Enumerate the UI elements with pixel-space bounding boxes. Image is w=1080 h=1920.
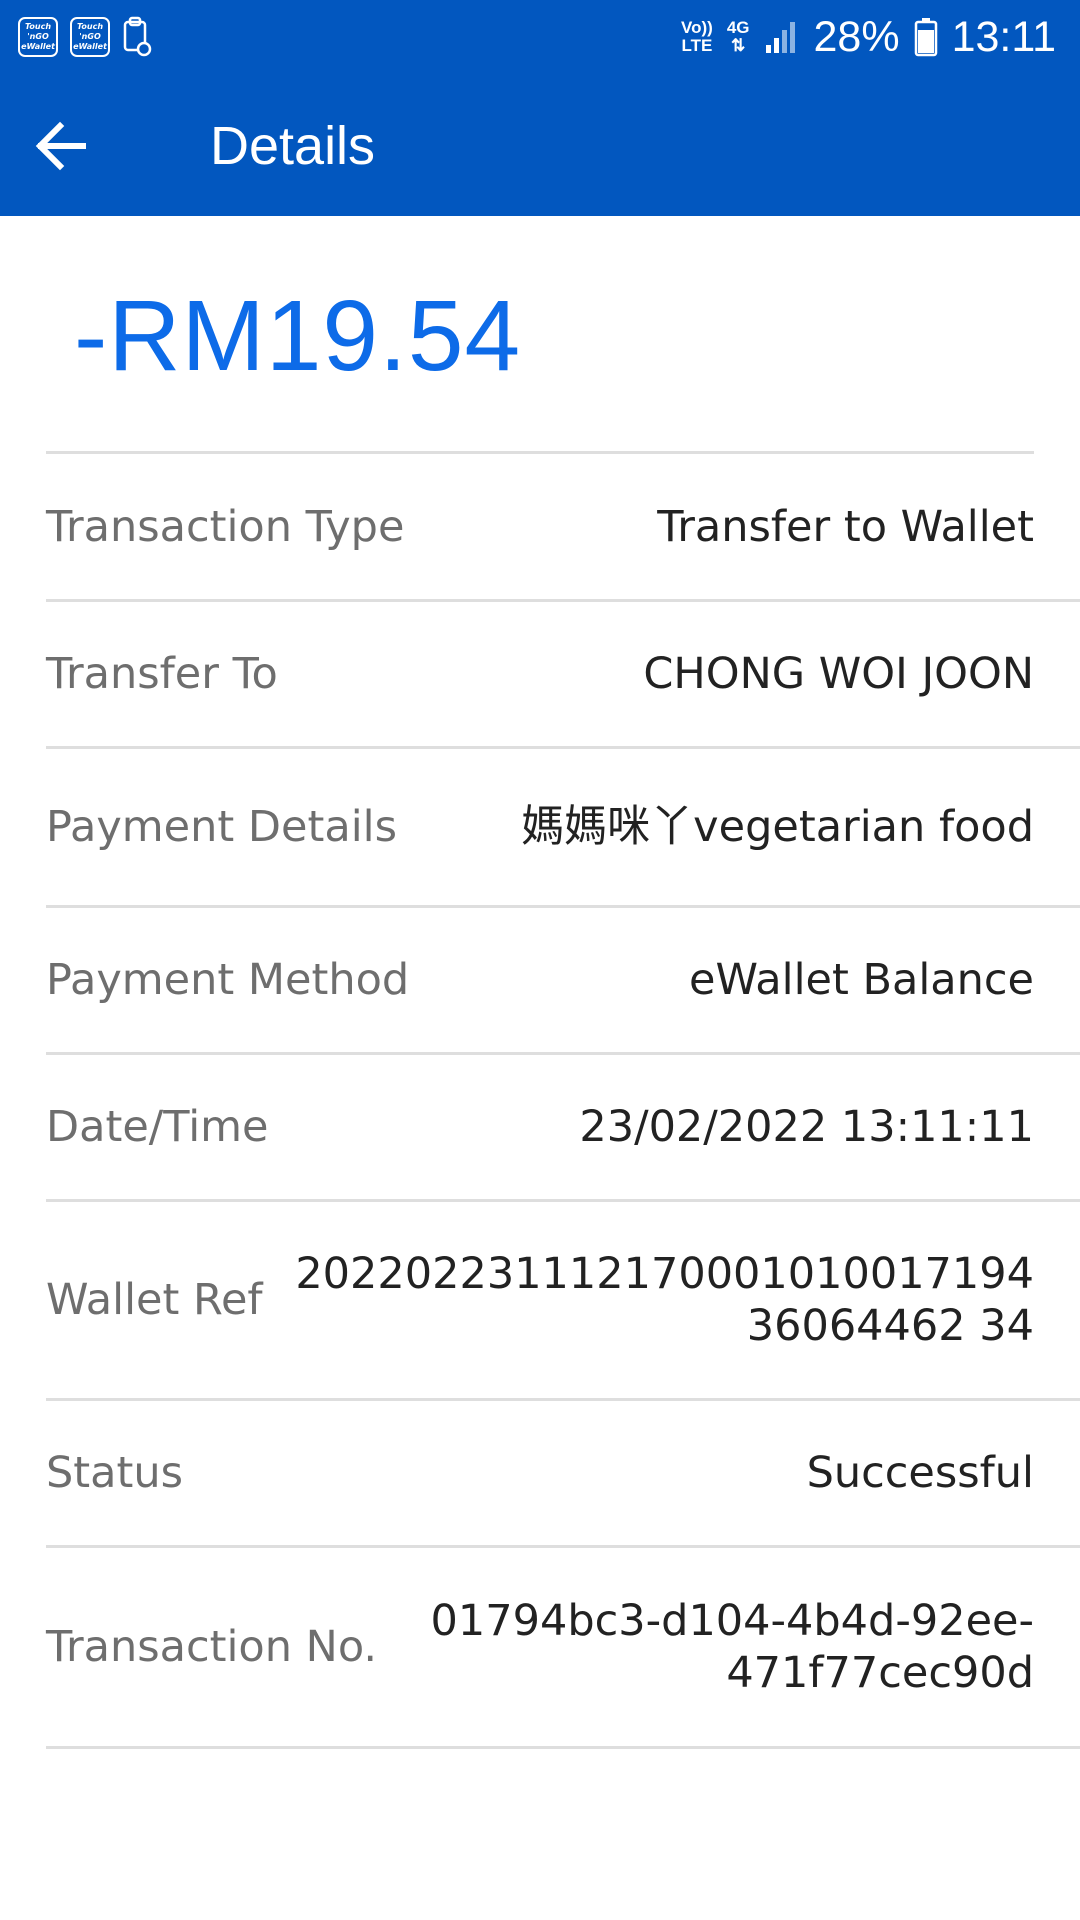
signal-icon	[765, 22, 795, 53]
detail-row-payment-details: Payment Details 媽媽咪丫vegetarian food	[46, 749, 1034, 905]
clock: 13:11	[951, 13, 1056, 61]
detail-label: Payment Method	[46, 955, 410, 1005]
detail-label: Status	[46, 1448, 184, 1498]
detail-value: 媽媽咪丫vegetarian food	[521, 802, 1034, 852]
detail-label: Transaction No.	[46, 1622, 378, 1672]
battery-icon	[914, 18, 937, 57]
detail-row-transaction-no: Transaction No. 01794bc3-d104-4b4d-92ee-…	[46, 1548, 1034, 1746]
arrow-left-icon	[35, 121, 86, 171]
back-button[interactable]	[24, 110, 96, 182]
detail-label: Wallet Ref	[46, 1275, 263, 1325]
tng-ewallet-icon: Touch'nGO eWallet	[70, 17, 110, 57]
status-bar: Touch'nGO eWallet Touch'nGO eWallet Vo)) L…	[0, 0, 1080, 76]
detail-row-wallet-ref: Wallet Ref 20220223111217000101001719436…	[46, 1202, 1034, 1398]
detail-label: Transaction Type	[46, 501, 405, 552]
detail-row-date-time: Date/Time 23/02/2022 13:11:11	[46, 1055, 1034, 1199]
detail-value: CHONG WOI JOON	[643, 649, 1034, 699]
app-bar: Details	[0, 76, 1080, 216]
detail-row-status: Status Successful	[46, 1401, 1034, 1545]
detail-value: 20220223111217000101001719436064462 34	[295, 1249, 1034, 1351]
detail-label: Payment Details	[46, 802, 397, 852]
detail-value: eWallet Balance	[689, 955, 1034, 1005]
system-indicators: Vo)) LTE 4G ⇅ 28% 13:11	[681, 12, 1056, 62]
notification-icons: Touch'nGO eWallet Touch'nGO eWallet	[18, 16, 152, 58]
tng-ewallet-icon: Touch'nGO eWallet	[18, 17, 58, 57]
divider	[46, 1746, 1080, 1749]
detail-value: 01794bc3-d104-4b4d-92ee-471f77cec90d	[430, 1596, 1034, 1698]
clipboard-icon	[123, 16, 152, 57]
detail-row-transfer-to: Transfer To CHONG WOI JOON	[46, 602, 1034, 746]
status-badge: Successful	[806, 1448, 1034, 1498]
detail-label: Date/Time	[46, 1102, 269, 1152]
volte-icon: Vo)) LTE	[681, 18, 713, 55]
detail-row-transaction-type: Transaction Type Transfer to Wallet	[46, 454, 1034, 599]
detail-value: Transfer to Wallet	[657, 501, 1034, 552]
transaction-amount: -RM19.54	[74, 280, 522, 392]
detail-row-payment-method: Payment Method eWallet Balance	[46, 908, 1034, 1052]
4g-icon: 4G ⇅	[726, 18, 750, 55]
battery-percentage: 28%	[813, 13, 900, 61]
page-title: Details	[210, 116, 376, 176]
detail-value: 23/02/2022 13:11:11	[579, 1102, 1034, 1152]
detail-label: Transfer To	[46, 649, 278, 699]
